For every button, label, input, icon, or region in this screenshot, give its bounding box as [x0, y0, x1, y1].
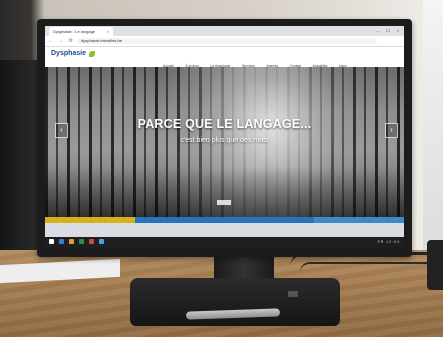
address-bar: ← → ⟳ dysphasie-bruxelles.be	[45, 36, 404, 47]
page-content	[45, 223, 404, 237]
cable	[300, 262, 440, 272]
hero-subtitle: c'est bien plus que des mots	[180, 137, 269, 144]
speaker	[427, 240, 443, 290]
tab-title: Dysphasie - Le langage	[53, 29, 96, 34]
photo-scene: Dysphasie - Le langage × – ☐ × ← → ⟳ dys…	[0, 0, 443, 337]
search-icon[interactable]	[59, 239, 64, 244]
window-controls[interactable]: – ☐ ×	[377, 27, 402, 35]
site-logo[interactable]: Dysphasie	[51, 50, 86, 57]
screen: Dysphasie - Le langage × – ☐ × ← → ⟳ dys…	[45, 26, 404, 247]
main-menu: Accueil À propos La dysphasie Services A…	[163, 54, 399, 68]
slide-indicator[interactable]	[217, 200, 231, 205]
leaf-icon	[89, 51, 95, 57]
system-tray[interactable]: FR 12:04	[378, 237, 400, 247]
window	[423, 0, 443, 250]
browser-tab[interactable]: Dysphasie - Le langage	[49, 27, 113, 36]
monitor: Dysphasie - Le langage × – ☐ × ← → ⟳ dys…	[37, 19, 412, 257]
chevron-left-icon[interactable]: ‹	[55, 123, 68, 138]
hero-banner: PARCE QUE LE LANGAGE... c'est bien plus …	[45, 67, 404, 217]
browser-tabstrip: Dysphasie - Le langage × – ☐ ×	[45, 26, 404, 36]
windows-start-icon[interactable]	[49, 239, 54, 244]
browser-icon[interactable]	[89, 239, 94, 244]
chevron-right-icon[interactable]: ›	[385, 123, 398, 138]
app-icon[interactable]	[79, 239, 84, 244]
url-input[interactable]: dysphasie-bruxelles.be	[77, 38, 377, 44]
app-icon[interactable]	[99, 239, 104, 244]
close-icon[interactable]: ×	[107, 27, 109, 36]
monitor-base	[130, 278, 340, 326]
hero-shade	[45, 167, 404, 217]
hero-title: PARCE QUE LE LANGAGE...	[137, 117, 312, 131]
nav-buttons[interactable]: ← → ⟳	[48, 36, 75, 46]
brand-logo	[288, 291, 298, 297]
site-header: Dysphasie Accueil À propos La dysphasie …	[45, 47, 404, 68]
taskbar: FR 12:04	[45, 237, 404, 247]
folder-icon[interactable]	[69, 239, 74, 244]
